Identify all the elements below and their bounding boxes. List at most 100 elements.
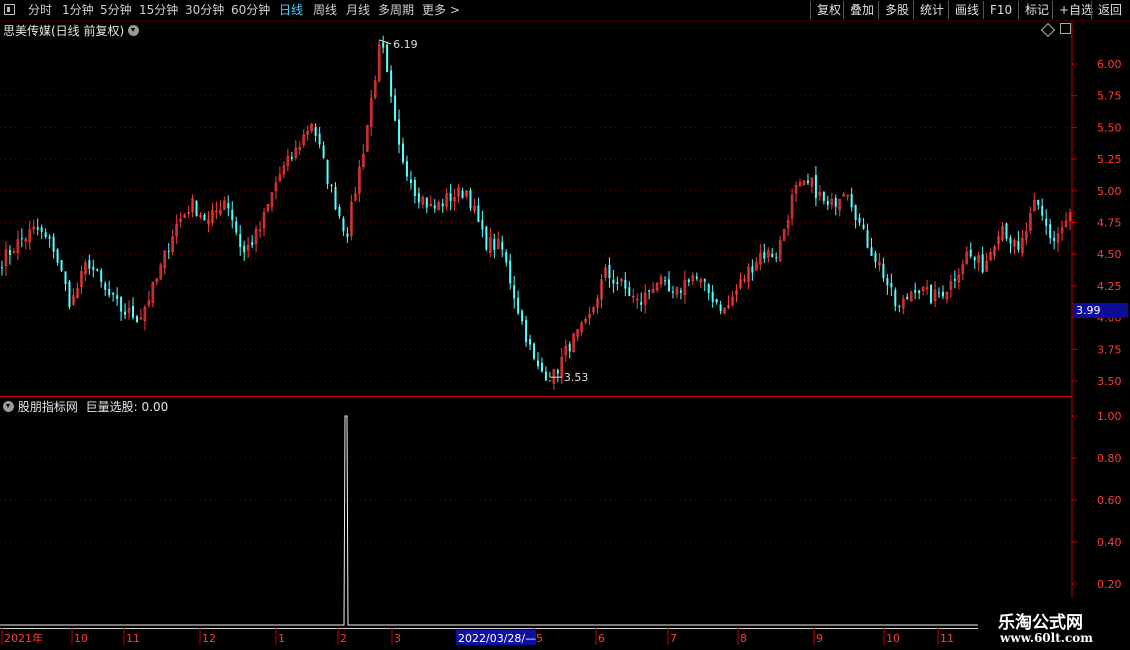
price-tick-label: 5.50 bbox=[1097, 121, 1122, 134]
candle-body bbox=[517, 297, 520, 314]
price-tick-label: 4.25 bbox=[1097, 280, 1122, 293]
candle-body bbox=[894, 290, 897, 307]
candle-body bbox=[135, 316, 138, 322]
candle-body bbox=[461, 190, 464, 199]
candle-body bbox=[540, 362, 543, 372]
candle-body bbox=[814, 174, 817, 199]
candle-body bbox=[513, 285, 516, 299]
indicator-tick-label: 0.40 bbox=[1097, 536, 1122, 549]
candle-body bbox=[509, 260, 512, 284]
dropdown-icon[interactable] bbox=[128, 25, 140, 36]
candle-body bbox=[44, 232, 47, 237]
candle-body bbox=[116, 295, 119, 300]
candle-body bbox=[544, 371, 547, 381]
candle-body bbox=[703, 278, 706, 282]
candle-body bbox=[640, 302, 643, 305]
high-marker-label: 6.19 bbox=[393, 38, 418, 51]
candle-body bbox=[525, 320, 528, 343]
candle-body bbox=[100, 270, 103, 282]
time-tick-label: 12 bbox=[202, 632, 216, 645]
candle-body bbox=[953, 279, 956, 281]
time-tick-label: 2 bbox=[340, 632, 347, 645]
candle-body bbox=[330, 184, 333, 187]
extreme-markers: 6.19 3.53 bbox=[379, 38, 588, 384]
candle-body bbox=[386, 44, 389, 72]
candle-body bbox=[671, 291, 674, 293]
candle-body bbox=[850, 194, 853, 208]
time-tick-label: 3 bbox=[394, 632, 401, 645]
candle-body bbox=[775, 257, 778, 259]
candle-body bbox=[382, 42, 385, 48]
candle-body bbox=[715, 299, 718, 303]
candle-body bbox=[203, 214, 206, 221]
candle-body bbox=[882, 263, 885, 279]
candle-body bbox=[664, 280, 667, 282]
candle-body bbox=[36, 227, 39, 230]
candle-body bbox=[0, 267, 3, 269]
current-price-tag: 3.99 bbox=[1073, 303, 1128, 318]
watermark-url: www.60lt.com bbox=[1000, 631, 1093, 645]
price-tick-label: 5.00 bbox=[1097, 185, 1122, 198]
candle-body bbox=[20, 238, 23, 240]
time-tick-label: 11 bbox=[126, 632, 140, 645]
candle-body bbox=[1045, 218, 1048, 226]
indicator-tick-label: 1.00 bbox=[1097, 410, 1122, 423]
candle-body bbox=[648, 290, 651, 292]
indicator-tick-label: 0.20 bbox=[1097, 578, 1122, 591]
price-axis: 6.005.755.505.255.004.754.504.254.003.75… bbox=[1072, 58, 1122, 388]
candle-body bbox=[521, 310, 524, 322]
candle-body bbox=[679, 290, 682, 293]
candle-body bbox=[290, 157, 293, 159]
indicator-tick-label: 0.60 bbox=[1097, 494, 1122, 507]
candle-body bbox=[56, 249, 59, 263]
candle-body bbox=[981, 254, 984, 273]
candle-body bbox=[239, 234, 242, 247]
candle-body bbox=[687, 279, 690, 282]
candle-body bbox=[890, 283, 893, 288]
candle-body bbox=[612, 279, 615, 284]
candle-body bbox=[862, 224, 865, 229]
indicator-title: 股朋指标网 bbox=[17, 400, 78, 414]
candle-body bbox=[914, 290, 917, 293]
candle-body bbox=[326, 159, 329, 185]
candle-body bbox=[608, 264, 611, 279]
candle-body bbox=[346, 233, 349, 237]
candles bbox=[0, 35, 1072, 390]
candle-body bbox=[318, 133, 321, 145]
indicator-line bbox=[0, 415, 978, 626]
time-tick-label: 10 bbox=[74, 632, 88, 645]
candle-body bbox=[505, 252, 508, 263]
indicator-tick-label: 0.80 bbox=[1097, 452, 1122, 465]
candle-body bbox=[167, 251, 170, 253]
time-tick-label: 1 bbox=[278, 632, 285, 645]
candle-body bbox=[52, 236, 55, 252]
price-tick-label: 3.75 bbox=[1097, 343, 1122, 356]
candle-body bbox=[314, 126, 317, 136]
candle-body bbox=[568, 344, 571, 352]
candle-body bbox=[334, 186, 337, 210]
candle-body bbox=[822, 191, 825, 201]
candle-body bbox=[394, 95, 397, 121]
candle-body bbox=[92, 266, 95, 270]
main-chart-header: 思美传媒(日线 前复权) bbox=[3, 22, 140, 39]
candle-body bbox=[711, 291, 714, 302]
indicator-dropdown-icon[interactable] bbox=[3, 401, 14, 412]
candle-body bbox=[866, 230, 869, 248]
candle-body bbox=[132, 305, 135, 318]
candle-body bbox=[227, 203, 230, 209]
candle-body bbox=[441, 203, 444, 207]
candle-body bbox=[874, 253, 877, 263]
candle-body bbox=[401, 143, 404, 163]
candle-body bbox=[695, 276, 698, 279]
candle-body bbox=[195, 200, 198, 216]
candle-body bbox=[481, 220, 484, 230]
candle-body bbox=[1017, 241, 1020, 250]
candle-body bbox=[719, 304, 722, 311]
candle-body bbox=[751, 266, 754, 273]
candle-body bbox=[433, 205, 436, 209]
indicator-header: 股朋指标网 巨量选股: 0.00 bbox=[3, 398, 168, 415]
panel-toggle-icon[interactable] bbox=[1060, 23, 1071, 34]
price-tick-label: 4.75 bbox=[1097, 217, 1122, 230]
kline-chart[interactable]: 6.005.755.505.255.004.754.504.254.003.75… bbox=[0, 0, 1130, 650]
candle-body bbox=[64, 271, 67, 285]
